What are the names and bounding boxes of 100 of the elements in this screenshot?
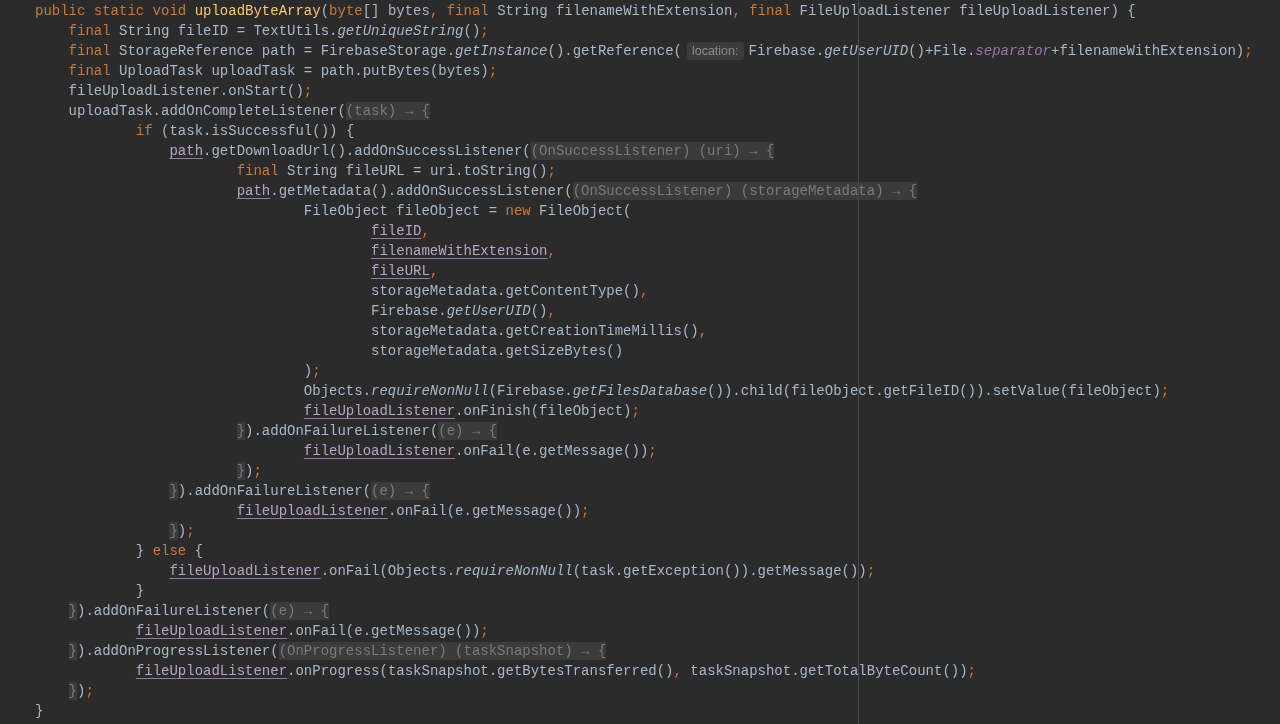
code-text: } <box>135 582 145 601</box>
code-text: .onFinish(fileObject) <box>455 402 632 421</box>
captured-variable: fileURL <box>371 262 430 281</box>
code-text: FileUploadListener fileUploadListener) { <box>799 2 1136 21</box>
folded-code[interactable]: (OnSuccessListener) (uri) → { <box>530 142 775 160</box>
folded-code[interactable]: (e) → { <box>438 422 498 440</box>
keyword: final <box>236 162 280 181</box>
code-text: +filenameWithExtension) <box>1051 42 1245 61</box>
static-call: getInstance <box>455 42 548 61</box>
code-text: } <box>35 702 44 721</box>
static-call: getUserUID <box>824 42 909 61</box>
keyword: else <box>152 542 188 561</box>
captured-variable: fileUploadListener <box>303 402 456 421</box>
captured-variable: fileID <box>371 222 422 241</box>
code-text: ( <box>320 2 330 21</box>
code-text: (task.getException()).getMessage()) <box>572 562 867 581</box>
punctuation: , <box>673 662 682 681</box>
punctuation: , <box>429 262 439 281</box>
captured-variable: fileUploadListener <box>303 442 456 461</box>
folded-code[interactable]: } <box>68 602 77 620</box>
punctuation: , <box>421 222 430 241</box>
keyword: , final <box>429 2 490 21</box>
code-text: () <box>530 302 548 321</box>
punctuation: ; <box>1244 42 1253 61</box>
static-call: requireNonNull <box>371 382 489 401</box>
code-text: () <box>463 22 481 41</box>
keyword: , final <box>732 2 793 21</box>
code-text: .getMetadata().addOnSuccessListener( <box>270 182 573 201</box>
code-text: taskSnapshot.getTotalByteCount()) <box>689 662 968 681</box>
keyword: final <box>68 22 112 41</box>
code-text: ).addOnProgressListener( <box>77 642 279 661</box>
captured-variable: fileUploadListener <box>135 622 288 641</box>
folded-code[interactable]: (e) → { <box>270 602 330 620</box>
captured-variable: fileUploadListener <box>169 562 321 581</box>
code-text: .onFail(e.getMessage()) <box>455 442 649 461</box>
punctuation: , <box>547 302 556 321</box>
punctuation: ; <box>1160 382 1170 401</box>
code-text: UploadTask uploadTask = path.putBytes(bytes) <box>119 62 489 81</box>
keyword: final <box>68 42 112 61</box>
static-call: getUserUID <box>446 302 531 321</box>
code-text: storageMetadata.getCreationTimeMillis() <box>371 322 699 341</box>
folded-code[interactable]: } <box>236 462 246 480</box>
code-text: Firebase. <box>748 42 825 61</box>
punctuation: ; <box>480 622 489 641</box>
code-text: String fileURL = uri.toString() <box>287 162 548 181</box>
code-text: .onProgress(taskSnapshot.getBytesTransferred() <box>287 662 674 681</box>
code-text: .getDownloadUrl().addOnSuccessListener( <box>203 142 531 161</box>
folded-code[interactable]: } <box>236 422 246 440</box>
folded-code[interactable]: } <box>169 482 178 500</box>
punctuation: , <box>698 322 708 341</box>
code-text: storageMetadata.getContentType() <box>371 282 640 301</box>
code-text: storageMetadata.getSizeBytes() <box>371 342 624 361</box>
code-text: ) <box>303 362 313 381</box>
punctuation: ; <box>866 562 876 581</box>
code-text: ().getReference( <box>547 42 682 61</box>
code-text: FileObject( <box>539 202 632 221</box>
punctuation: ; <box>581 502 590 521</box>
static-field: separator <box>975 41 1051 61</box>
static-call: getFilesDatabase <box>572 382 708 401</box>
folded-code[interactable]: } <box>68 642 77 660</box>
folded-code[interactable]: } <box>68 682 77 700</box>
punctuation: ; <box>186 522 195 541</box>
code-text: (task.isSuccessful()) { <box>161 122 355 141</box>
code-text: ) <box>77 682 86 701</box>
code-text: (Firebase. <box>488 382 573 401</box>
code-text: ()+File. <box>908 42 976 61</box>
code-text: .onFail(e.getMessage()) <box>387 502 582 521</box>
keyword: final <box>68 62 112 81</box>
punctuation: ; <box>967 662 976 681</box>
code-text: ).addOnFailureListener( <box>77 602 271 621</box>
code-text: ()).child(fileObject.getFileID()).setValue(fileObject) <box>707 382 1161 401</box>
code-text: ) <box>245 462 254 481</box>
code-text: ) <box>177 522 187 541</box>
folded-code[interactable]: } <box>169 522 178 540</box>
punctuation: ; <box>480 22 489 41</box>
code-text: { <box>194 542 204 561</box>
parameter-hint: location: <box>686 42 744 60</box>
code-text: ).addOnFailureListener( <box>177 482 372 501</box>
keyword: public static void <box>35 2 188 21</box>
punctuation: , <box>547 242 556 261</box>
code-text: String filenameWithExtension <box>497 2 733 21</box>
folded-code[interactable]: (OnProgressListener) (taskSnapshot) → { <box>278 642 607 660</box>
code-text: String fileID = TextUtils. <box>119 22 338 41</box>
folded-code[interactable]: (OnSuccessListener) (storageMetadata) → { <box>572 182 918 200</box>
code-text: uploadTask.addOnCompleteListener( <box>68 102 346 121</box>
folded-code[interactable]: (e) → { <box>371 482 430 500</box>
punctuation: ; <box>631 402 640 421</box>
punctuation: ; <box>253 462 262 481</box>
folded-code[interactable]: (task) → { <box>345 102 430 120</box>
punctuation: ; <box>648 442 657 461</box>
punctuation: ; <box>303 82 313 101</box>
code-text: Objects. <box>303 382 372 401</box>
punctuation: ; <box>547 162 556 181</box>
captured-variable: path <box>169 142 204 161</box>
code-text: } <box>135 542 146 561</box>
code-text: .onFail(e.getMessage()) <box>287 622 481 641</box>
code-text: FileObject fileObject = <box>303 202 499 221</box>
code-text: Firebase. <box>371 302 447 321</box>
captured-variable: filenameWithExtension <box>371 242 548 261</box>
punctuation: ; <box>312 362 321 381</box>
